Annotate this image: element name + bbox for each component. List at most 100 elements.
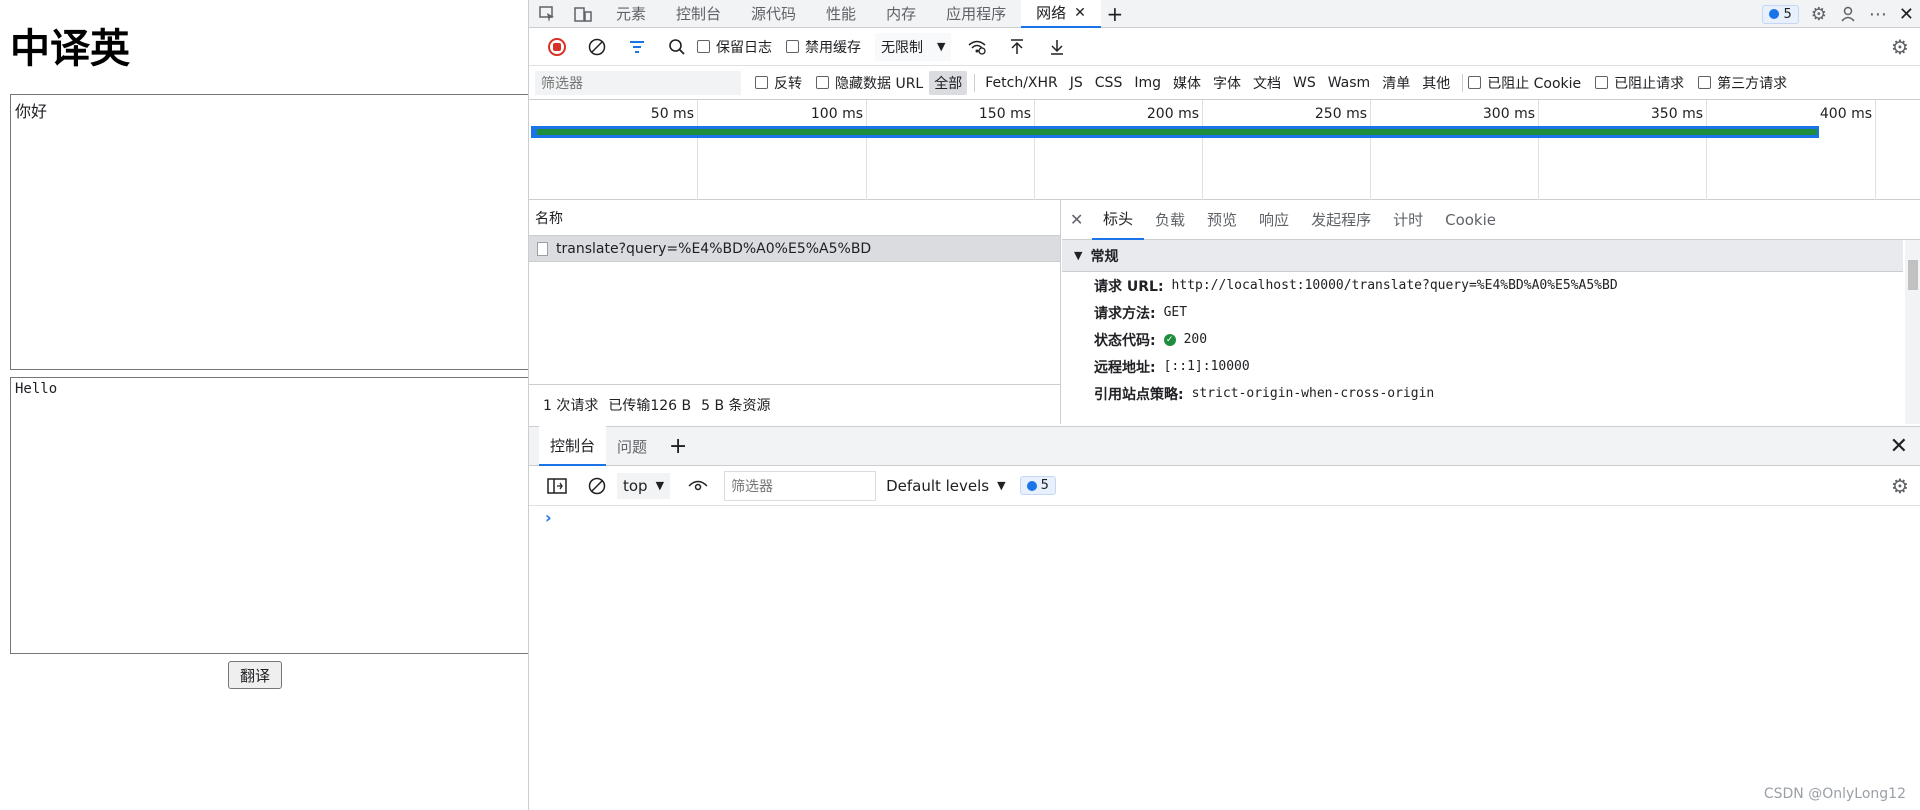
tab-console[interactable]: 控制台	[661, 0, 736, 28]
drawer-tab-console[interactable]: 控制台	[539, 426, 607, 466]
filter-icon[interactable]	[617, 28, 657, 66]
network-settings-gear-icon[interactable]: ⚙	[1880, 28, 1920, 66]
log-levels-value: Default levels	[886, 476, 990, 495]
timeline-tick-label: 50 ms	[650, 106, 694, 122]
add-drawer-tab-icon[interactable]: +	[658, 434, 698, 459]
throttling-select[interactable]: 无限制 ▼	[875, 32, 952, 61]
context-value: top	[623, 476, 648, 495]
referrer-policy-key: 引用站点策略:	[1094, 386, 1184, 403]
tab-network[interactable]: 网络 ✕	[1021, 0, 1101, 28]
column-header-name[interactable]: 名称	[529, 200, 1060, 236]
checkbox-icon	[816, 76, 829, 89]
network-conditions-icon[interactable]	[957, 28, 997, 66]
clear-icon[interactable]	[577, 28, 617, 66]
console-settings-gear-icon[interactable]: ⚙	[1880, 466, 1920, 506]
checkbox-icon	[786, 40, 799, 53]
tab-sources[interactable]: 源代码	[736, 0, 811, 28]
tab-preview[interactable]: 预览	[1196, 200, 1248, 240]
devtools-top-right: 5 ⚙ ⋯ ✕	[1762, 0, 1914, 28]
tab-headers[interactable]: 标头	[1092, 200, 1145, 240]
dropdown-arrow-icon: ▼	[997, 479, 1006, 492]
tab-cookies[interactable]: Cookie	[1434, 200, 1507, 240]
disable-cache-checkbox[interactable]: 禁用缓存	[786, 37, 861, 57]
drawer-tab-issues[interactable]: 问题	[606, 426, 658, 466]
network-timeline-overview[interactable]: 50 ms 100 ms 150 ms 200 ms 250 ms 300 ms…	[529, 100, 1920, 200]
preserve-log-checkbox[interactable]: 保留日志	[697, 37, 772, 57]
more-options-icon[interactable]: ⋯	[1869, 4, 1887, 25]
timeline-tick-label: 300 ms	[1482, 106, 1535, 122]
request-method-key: 请求方法:	[1094, 305, 1156, 322]
scrollbar-thumb[interactable]	[1908, 260, 1918, 290]
filter-type-ws[interactable]: WS	[1288, 73, 1321, 93]
console-prompt-icon[interactable]: ›	[545, 508, 552, 527]
tab-elements[interactable]: 元素	[601, 0, 661, 28]
timeline-gridline: 50 ms	[651, 100, 698, 200]
filter-type-css[interactable]: CSS	[1090, 73, 1128, 93]
tab-initiator[interactable]: 发起程序	[1300, 200, 1382, 240]
remote-address-row: 远程地址: [::1]:10000	[1062, 353, 1920, 380]
referrer-policy-value: strict-origin-when-cross-origin	[1191, 386, 1435, 401]
tab-memory[interactable]: 内存	[871, 0, 931, 28]
invert-checkbox[interactable]: 反转	[755, 73, 802, 93]
timeline-gridline: 400 ms	[1820, 100, 1876, 200]
filter-type-media[interactable]: 媒体	[1168, 71, 1206, 95]
request-url-value: http://localhost:10000/translate?query=%…	[1171, 278, 1618, 293]
blocked-cookies-checkbox[interactable]: 已阻止 Cookie	[1468, 73, 1581, 93]
tab-performance[interactable]: 性能	[811, 0, 871, 28]
filter-type-other[interactable]: 其他	[1417, 71, 1455, 95]
close-drawer-icon[interactable]: ✕	[1890, 434, 1908, 459]
customize-icon[interactable]	[1839, 5, 1857, 23]
tab-response[interactable]: 响应	[1248, 200, 1300, 240]
hide-data-urls-checkbox[interactable]: 隐藏数据 URL	[816, 73, 923, 93]
console-issues-badge[interactable]: 5	[1019, 476, 1056, 495]
filter-type-doc[interactable]: 文档	[1248, 71, 1286, 95]
sidebar-toggle-icon[interactable]	[537, 466, 577, 506]
close-tab-icon[interactable]: ✕	[1074, 5, 1086, 21]
translate-button[interactable]: 翻译	[228, 661, 282, 689]
filter-type-img[interactable]: Img	[1129, 73, 1166, 93]
network-filter-input[interactable]	[535, 70, 741, 95]
console-filter-input[interactable]	[724, 470, 877, 501]
tab-application[interactable]: 应用程序	[931, 0, 1021, 28]
request-method-value: GET	[1163, 305, 1188, 320]
blocked-requests-checkbox[interactable]: 已阻止请求	[1595, 73, 1684, 93]
request-url-key: 请求 URL:	[1094, 278, 1164, 295]
status-code-row: 状态代码: ✓ 200	[1062, 326, 1920, 353]
export-har-icon[interactable]	[1037, 28, 1077, 66]
issues-badge[interactable]: 5	[1762, 4, 1799, 24]
filter-type-manifest[interactable]: 清单	[1377, 71, 1415, 95]
third-party-checkbox[interactable]: 第三方请求	[1698, 73, 1787, 93]
filter-type-fetch-xhr[interactable]: Fetch/XHR	[980, 73, 1063, 93]
detail-scrollbar[interactable]	[1905, 240, 1920, 424]
log-levels-select[interactable]: Default levels ▼	[886, 477, 1006, 495]
filter-type-font[interactable]: 字体	[1208, 71, 1246, 95]
expand-triangle-icon: ▼	[1074, 249, 1083, 262]
filter-type-all[interactable]: 全部	[929, 70, 968, 95]
add-tab-icon[interactable]: +	[1101, 2, 1129, 26]
tab-network-label: 网络	[1036, 4, 1067, 22]
close-devtools-icon[interactable]: ✕	[1899, 4, 1914, 25]
device-toolbar-icon[interactable]	[565, 0, 601, 28]
result-textarea[interactable]: Hello	[10, 377, 530, 654]
tab-timing[interactable]: 计时	[1382, 200, 1434, 240]
record-icon[interactable]	[537, 28, 577, 66]
filter-type-js[interactable]: JS	[1065, 73, 1088, 93]
request-row[interactable]: translate?query=%E4%BD%A0%E5%A5%BD	[529, 236, 1060, 262]
import-har-icon[interactable]	[997, 28, 1037, 66]
search-icon[interactable]	[657, 28, 697, 66]
general-section-header[interactable]: ▼ 常规	[1062, 240, 1903, 272]
inspect-element-icon[interactable]	[529, 0, 565, 28]
source-textarea[interactable]: 你好	[10, 94, 530, 370]
clear-console-icon[interactable]	[577, 466, 617, 506]
checkbox-icon	[1595, 76, 1609, 89]
context-select[interactable]: top ▼	[617, 472, 671, 499]
close-detail-icon[interactable]: ✕	[1070, 210, 1092, 229]
timeline-gridline: 150 ms	[979, 100, 1035, 200]
settings-gear-icon[interactable]: ⚙	[1811, 4, 1827, 25]
divider	[1462, 73, 1464, 92]
filter-type-wasm[interactable]: Wasm	[1323, 73, 1375, 93]
blocked-cookies-label: 已阻止 Cookie	[1487, 75, 1582, 92]
tab-payload[interactable]: 负载	[1144, 200, 1196, 240]
third-party-label: 第三方请求	[1717, 75, 1788, 92]
live-expression-eye-icon[interactable]	[678, 466, 718, 506]
